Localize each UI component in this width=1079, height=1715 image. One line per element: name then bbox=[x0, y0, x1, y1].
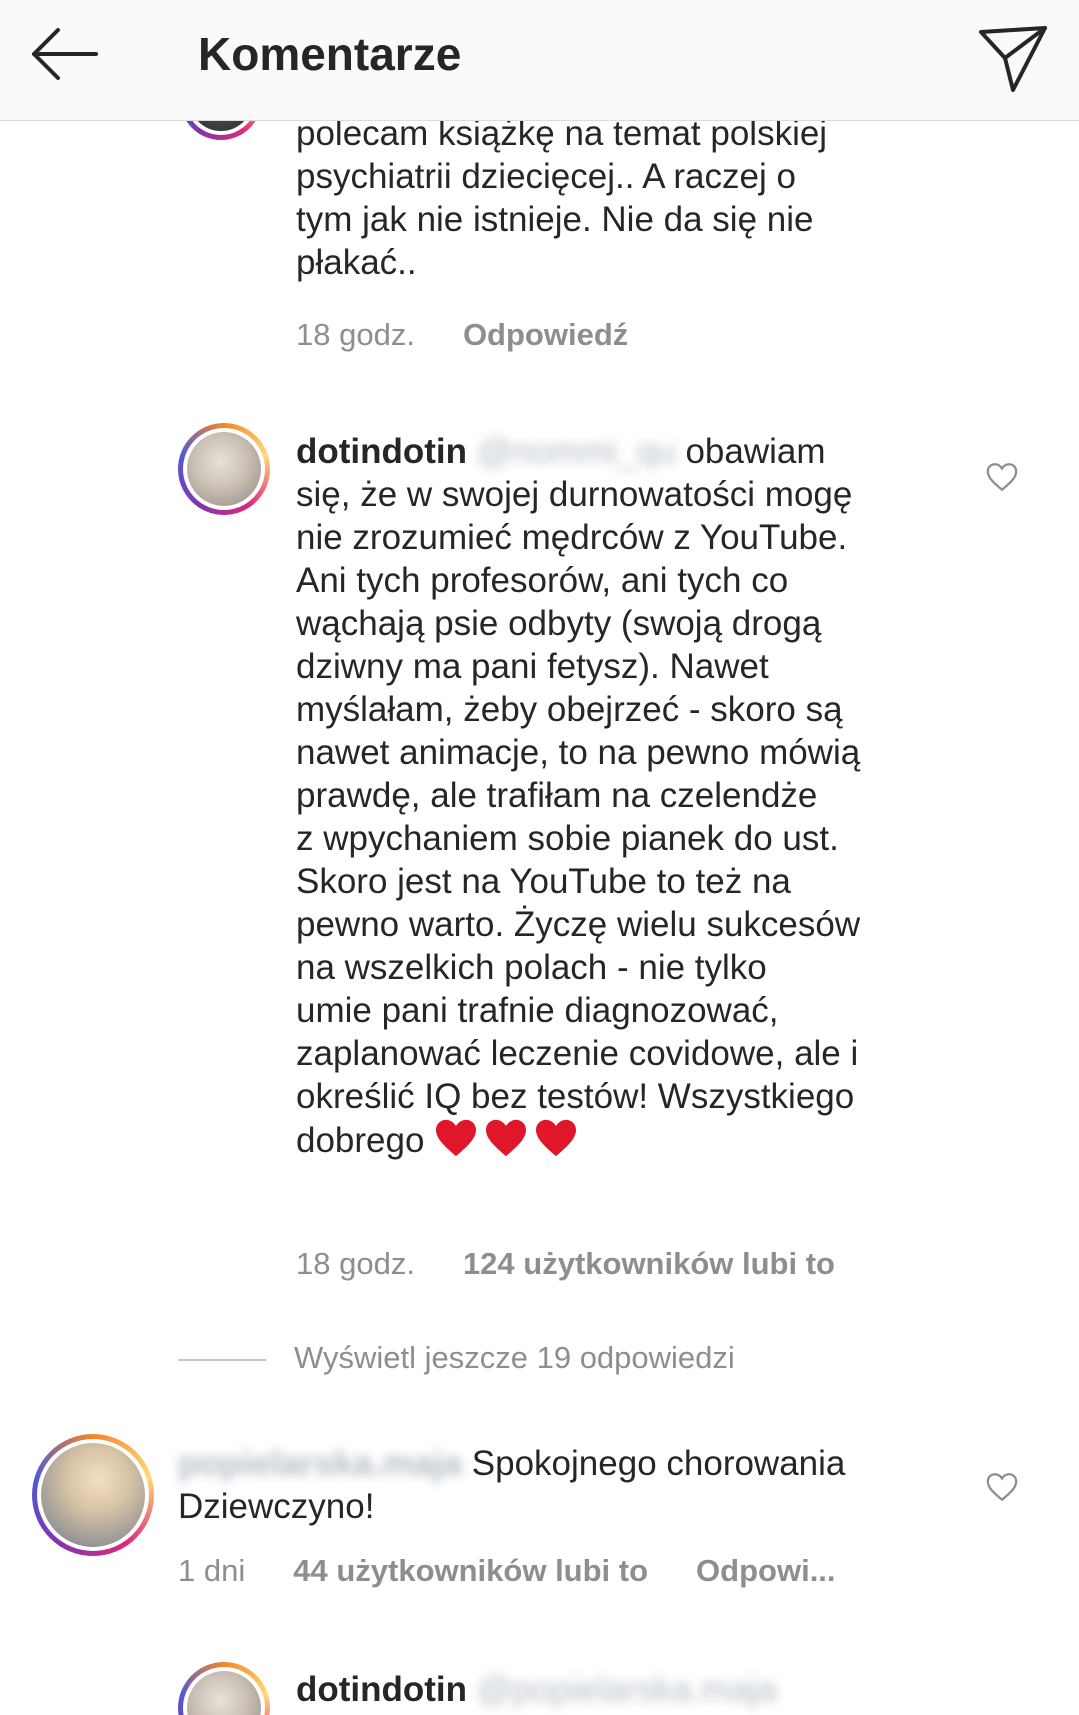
red-heart-emoji-icon bbox=[536, 1119, 577, 1157]
comment-line: tym jak nie istnieje. Nie da się nie bbox=[296, 200, 814, 239]
comment-line: dziwny ma pani fetysz). Nawet bbox=[296, 647, 769, 686]
comment-line-rest: obawiam bbox=[685, 432, 826, 471]
comment-line: umie pani trafnie diagnozować, bbox=[296, 991, 779, 1030]
comment-line: psychiatrii dziecięcej.. A raczej o bbox=[296, 157, 796, 196]
mention-link[interactable]: @nommi_qu bbox=[477, 430, 676, 473]
avatar-ring bbox=[183, 428, 265, 510]
comment-time: 18 godz. bbox=[296, 317, 415, 352]
paper-plane-icon[interactable] bbox=[975, 18, 1051, 94]
comment-meta: 18 godz. Odpowiedź bbox=[296, 317, 628, 353]
avatar[interactable] bbox=[178, 423, 270, 515]
divider-line bbox=[178, 1358, 266, 1361]
reply-button[interactable]: Odpowiedź bbox=[463, 317, 628, 352]
comment-username[interactable]: popielarska.maja bbox=[178, 1442, 462, 1485]
comment-line: nie zrozumieć mędrców z YouTube. bbox=[296, 518, 848, 557]
reply-button[interactable]: Odpowi... bbox=[696, 1553, 836, 1588]
comment-meta: 18 godz. 124 użytkowników lubi to bbox=[296, 1246, 835, 1282]
comment-line: określić IQ bez testów! Wszystkiego bbox=[296, 1077, 855, 1116]
likes-count-button[interactable]: 124 użytkowników lubi to bbox=[463, 1246, 835, 1281]
comment-line: pewno warto. Życzę wielu sukcesów bbox=[296, 905, 861, 944]
avatar-photo bbox=[187, 1671, 261, 1715]
view-more-replies-label: Wyświetl jeszcze 19 odpowiedzi bbox=[294, 1340, 735, 1375]
comment-line: prawdę, ale trafiłam na czelendże bbox=[296, 776, 818, 815]
comment-line: Skoro jest na YouTube to też na bbox=[296, 862, 791, 901]
comment-line: dotindotin @nommi_qu obawiam bbox=[296, 430, 986, 473]
view-more-replies-button[interactable]: Wyświetl jeszcze 19 odpowiedzi bbox=[178, 1340, 735, 1376]
comment-line: Dziewczyno! bbox=[178, 1487, 375, 1526]
comment-line: popielarska.maja Spokojnego chorowania bbox=[178, 1442, 978, 1485]
comment-line: wąchają psie odbyty (swoją drogą bbox=[296, 604, 822, 643]
avatar-ring bbox=[37, 1439, 149, 1551]
comment-username[interactable]: dotindotin bbox=[296, 432, 467, 471]
avatar-ring bbox=[183, 1667, 265, 1715]
avatar-photo bbox=[187, 432, 261, 506]
comment-line: nawet animacje, to na pewno mówią bbox=[296, 733, 861, 772]
comment-meta: 1 dni 44 użytkowników lubi to Odpowi... bbox=[178, 1553, 836, 1589]
comment-line: myślałam, żeby obejrzeć - skoro są bbox=[296, 690, 843, 729]
avatar-photo bbox=[41, 1443, 145, 1547]
comment-line: się, że w swojej durnowatości mogę bbox=[296, 475, 853, 514]
comment-line: z wpychaniem sobie pianek do ust. bbox=[296, 819, 839, 858]
top-bar: Komentarze bbox=[0, 0, 1079, 121]
comment-time: 1 dni bbox=[178, 1553, 246, 1588]
comment-username[interactable]: dotindotin bbox=[296, 1670, 467, 1709]
comment-line-text: dobrego bbox=[296, 1121, 425, 1160]
comment-line: na wszelkich polach - nie tylko bbox=[296, 948, 767, 987]
page-title: Komentarze bbox=[198, 28, 462, 80]
comment-line-text: Spokojnego chorowania bbox=[471, 1444, 846, 1483]
arrow-left-icon[interactable] bbox=[28, 22, 100, 94]
comment-text: popielarska.maja Spokojnego chorowania D… bbox=[178, 1442, 978, 1528]
mention-link[interactable]: @popielarska.maja bbox=[477, 1668, 777, 1711]
avatar[interactable] bbox=[178, 1662, 270, 1715]
comment-text: dotindotin @nommi_qu obawiam się, że w s… bbox=[296, 430, 986, 1162]
comment-text: dotindotin @popielarska.maja bbox=[296, 1668, 1056, 1711]
comment-text: polecam książkę na temat polskiej psychi… bbox=[296, 112, 827, 284]
comment-time: 18 godz. bbox=[296, 1246, 415, 1281]
comment-line: Ani tych profesorów, ani tych co bbox=[296, 561, 789, 600]
comment-line: dobrego ❤❤❤ bbox=[296, 1118, 986, 1162]
heart-outline-icon[interactable] bbox=[985, 460, 1019, 494]
avatar[interactable] bbox=[32, 1434, 154, 1556]
red-heart-emoji-icon bbox=[486, 1119, 527, 1157]
comment-line: płakać.. bbox=[296, 243, 417, 282]
heart-outline-icon[interactable] bbox=[985, 1470, 1019, 1504]
comments-screen: polecam książkę na temat polskiej psychi… bbox=[0, 0, 1079, 1715]
comments-list[interactable]: polecam książkę na temat polskiej psychi… bbox=[0, 0, 1079, 1715]
comment-line: zaplanować leczenie covidowe, ale i bbox=[296, 1034, 859, 1073]
red-heart-emoji-icon bbox=[436, 1119, 477, 1157]
likes-count-button[interactable]: 44 użytkowników lubi to bbox=[293, 1553, 648, 1588]
